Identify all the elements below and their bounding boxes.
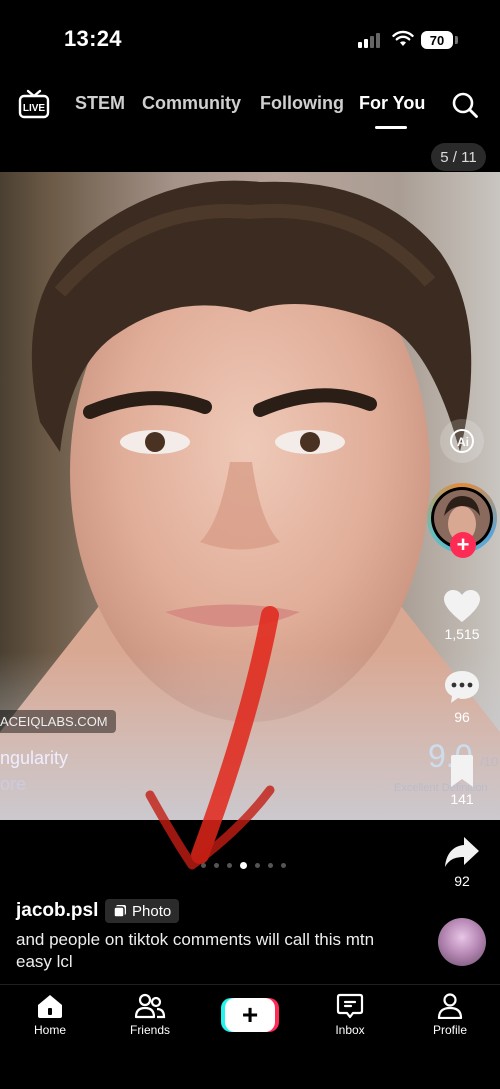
ai-label: Ai xyxy=(457,435,469,449)
nav-home-label: Home xyxy=(33,1023,66,1037)
share-count: 92 xyxy=(454,873,470,889)
profile-icon xyxy=(437,993,463,1019)
photo-counter: 5 / 11 xyxy=(431,143,486,171)
nav-profile[interactable]: Profile xyxy=(410,993,490,1037)
wifi-icon xyxy=(392,30,414,46)
nav-friends-label: Friends xyxy=(129,1023,170,1037)
tab-following[interactable]: Following xyxy=(260,93,344,114)
nav-inbox[interactable]: Inbox xyxy=(310,993,390,1037)
follow-button[interactable]: + xyxy=(450,532,476,558)
carousel-indicator xyxy=(201,862,286,869)
post-username[interactable]: jacob.psl xyxy=(16,900,98,922)
live-icon[interactable]: LIVE xyxy=(18,88,50,120)
share-icon[interactable] xyxy=(444,835,480,869)
post-caption[interactable]: and people on tiktok comments will call … xyxy=(16,929,376,973)
ai-icon: Ai xyxy=(450,429,474,453)
signal-icon xyxy=(358,33,380,48)
bookmark-count: 141 xyxy=(450,791,474,807)
tab-community[interactable]: Community xyxy=(142,93,241,114)
nav-home[interactable]: Home xyxy=(10,993,90,1037)
comment-count: 96 xyxy=(454,709,470,725)
like-icon[interactable] xyxy=(443,589,481,623)
ai-effect-button[interactable]: Ai xyxy=(440,419,484,463)
home-icon xyxy=(38,995,62,1018)
carousel-dot[interactable] xyxy=(201,863,206,868)
friends-icon xyxy=(134,993,166,1019)
photo-icon xyxy=(113,905,126,918)
create-button[interactable]: + xyxy=(221,998,279,1032)
plus-icon: + xyxy=(225,998,275,1032)
photo-score-denominator: /10 xyxy=(480,754,499,769)
comment-icon[interactable] xyxy=(443,669,481,705)
carousel-dot[interactable] xyxy=(268,863,273,868)
drawn-arrow xyxy=(145,606,279,870)
nav-inbox-label: Inbox xyxy=(335,1023,365,1037)
active-tab-indicator xyxy=(375,126,407,129)
bottom-nav: Home Friends + Inbox Profile xyxy=(0,984,500,1089)
battery-tip xyxy=(455,36,458,44)
photo-site-label: ACEIQLABS.COM xyxy=(0,710,116,733)
tab-stem[interactable]: STEM xyxy=(75,93,125,114)
photo-overlay-text-1: ngularity xyxy=(0,748,69,768)
tab-for-you[interactable]: For You xyxy=(359,93,425,114)
nav-friends[interactable]: Friends xyxy=(110,993,190,1037)
status-time: 13:24 xyxy=(64,26,122,51)
battery-indicator: 70 xyxy=(421,31,453,49)
carousel-dot[interactable] xyxy=(255,863,260,868)
sound-disc[interactable] xyxy=(438,918,486,966)
search-icon[interactable] xyxy=(451,91,479,119)
like-count: 1,515 xyxy=(444,626,480,642)
live-label: LIVE xyxy=(23,103,46,114)
photo-overlay-text-2: ore xyxy=(0,774,27,794)
carousel-dot[interactable] xyxy=(227,863,232,868)
carousel-dot[interactable] xyxy=(214,863,219,868)
carousel-dot-active[interactable] xyxy=(240,862,247,869)
carousel-dot[interactable] xyxy=(281,863,286,868)
photo-type-badge: Photo xyxy=(105,899,180,923)
photo-badge-label: Photo xyxy=(132,902,172,920)
nav-profile-label: Profile xyxy=(432,1023,467,1037)
bookmark-icon[interactable] xyxy=(448,754,476,788)
inbox-icon xyxy=(336,993,364,1019)
